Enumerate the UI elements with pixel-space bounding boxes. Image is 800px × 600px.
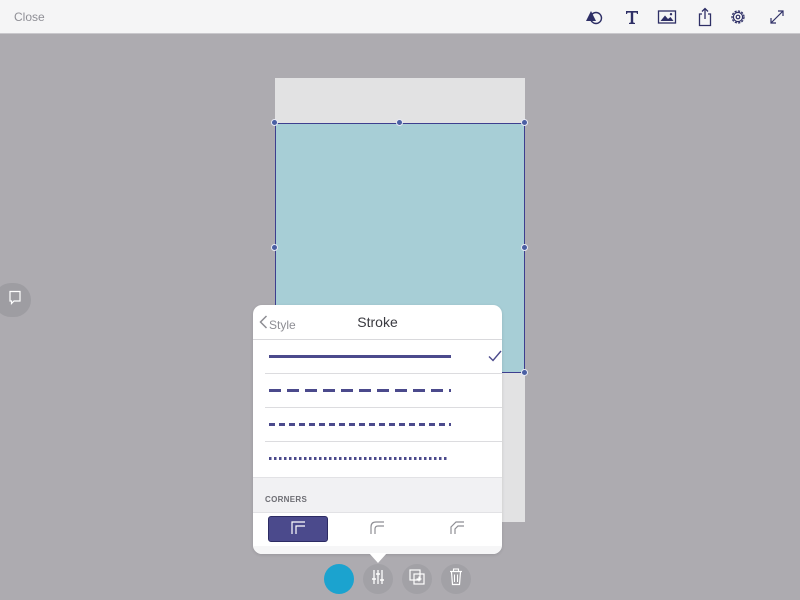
bevel-corner-icon [448, 519, 466, 540]
fill-color-swatch-button[interactable] [324, 564, 354, 594]
fullscreen-icon[interactable] [766, 6, 788, 28]
delete-button[interactable] [441, 564, 471, 594]
stroke-style-list [253, 340, 502, 476]
checkmark-icon [487, 348, 502, 369]
duplicate-button[interactable] [402, 564, 432, 594]
close-button[interactable]: Close [14, 10, 45, 24]
resize-handle-top[interactable] [396, 119, 403, 126]
short-dash-line-icon [269, 423, 451, 426]
share-icon[interactable] [694, 6, 716, 28]
corners-label: CORNERS [265, 495, 308, 504]
shapes-icon[interactable] [583, 6, 605, 28]
stroke-option-short-dash[interactable] [265, 408, 502, 442]
stroke-option-long-dash[interactable] [265, 374, 502, 408]
image-icon[interactable] [656, 6, 678, 28]
duplicate-icon [408, 568, 426, 591]
top-toolbar: Close [0, 0, 800, 34]
resize-handle-right[interactable] [521, 244, 528, 251]
settings-icon[interactable] [727, 6, 749, 28]
stroke-option-dotted[interactable] [265, 442, 502, 476]
round-corner-icon [368, 519, 386, 540]
corner-style-row [253, 512, 502, 546]
resize-handle-top-left[interactable] [271, 119, 278, 126]
trash-icon [448, 567, 464, 591]
dotted-line-icon [269, 457, 449, 460]
square-corner-icon [289, 519, 307, 540]
corner-option-round[interactable] [347, 516, 407, 542]
resize-handle-left[interactable] [271, 244, 278, 251]
popover-title: Stroke [357, 314, 398, 330]
corner-option-bevel[interactable] [427, 516, 487, 542]
long-dash-line-icon [269, 389, 451, 392]
popover-arrow [369, 553, 387, 563]
text-icon[interactable] [621, 6, 643, 28]
solid-line-icon [269, 355, 451, 358]
popover-header: Style Stroke [253, 305, 502, 340]
corner-option-square[interactable] [268, 516, 328, 542]
style-adjust-button[interactable] [363, 564, 393, 594]
stroke-popover: Style Stroke CORNERS [253, 305, 502, 554]
corners-section-header: CORNERS [253, 477, 502, 512]
resize-handle-bottom-right[interactable] [521, 369, 528, 376]
sliders-icon [369, 568, 387, 591]
page-icon [8, 290, 22, 311]
stroke-option-solid[interactable] [265, 340, 502, 374]
pages-panel-tab[interactable] [0, 283, 31, 317]
resize-handle-top-right[interactable] [521, 119, 528, 126]
